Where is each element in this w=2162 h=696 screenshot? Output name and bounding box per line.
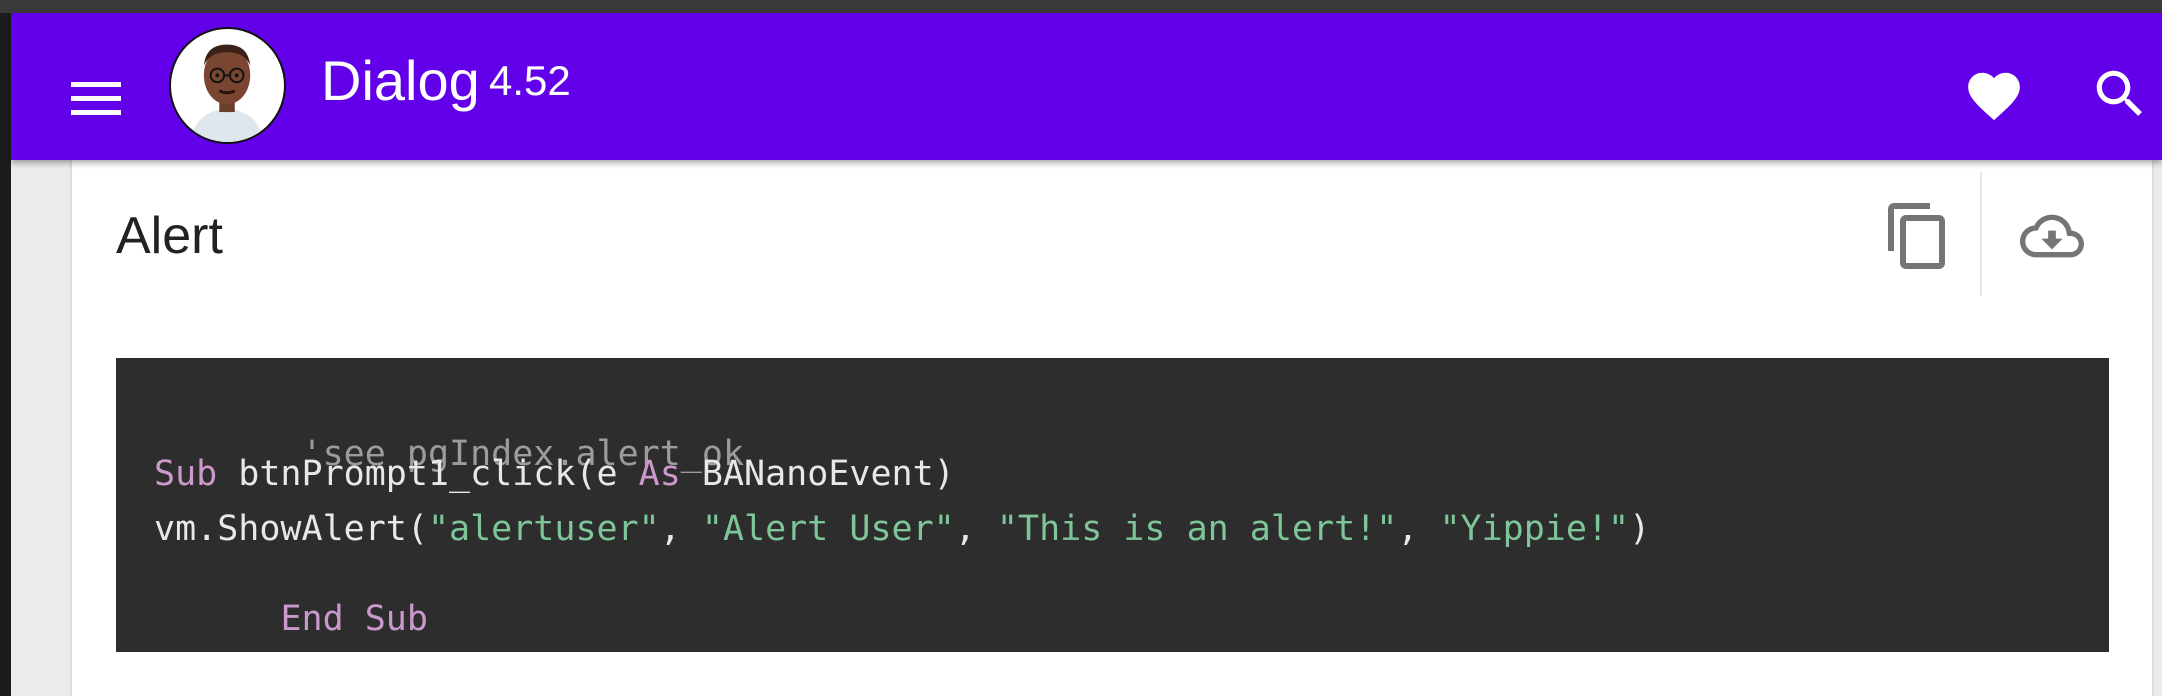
code-keyword-sub: Sub [154, 454, 218, 494]
code-line-2: Sub btnPrompt1_click(e As BANanoEvent) [154, 457, 955, 492]
heart-icon[interactable] [1963, 65, 2025, 127]
code-string: "Yippie!" [1439, 509, 1630, 549]
card-action-divider [1980, 172, 1982, 296]
code-text: BANanoEvent) [680, 454, 955, 494]
card-title: Alert [116, 207, 223, 265]
app-title: Dialog [321, 49, 480, 112]
app-version: 4.52 [489, 57, 571, 104]
code-keyword-end-sub: End Sub [280, 599, 428, 639]
code-line-4: End Sub [154, 567, 428, 672]
cartoon-man-avatar-icon [172, 30, 282, 142]
app-bar: Dialog 4.52 [11, 13, 2162, 160]
code-keyword-as: As [638, 454, 681, 494]
code-text: ) [1629, 509, 1651, 549]
code-text: btnPrompt1_click(e [217, 454, 639, 494]
search-icon[interactable] [2089, 63, 2151, 125]
code-text: vm.ShowAlert( [154, 509, 428, 549]
copy-icon[interactable] [1882, 200, 1954, 272]
cloud-download-icon[interactable] [2010, 204, 2094, 268]
window-top-strip [0, 0, 2162, 13]
code-separator: , [659, 509, 702, 549]
code-separator: , [1397, 509, 1440, 549]
code-string: "Alert User" [701, 509, 955, 549]
hamburger-menu-icon[interactable] [61, 68, 131, 128]
code-string: "This is an alert!" [996, 509, 1398, 549]
code-separator: , [954, 509, 997, 549]
code-string: "alertuser" [427, 509, 660, 549]
alert-card: Alert 'see pgIndex.alert_ok Sub btnPromp… [72, 160, 2152, 696]
avatar[interactable] [169, 27, 286, 144]
code-block[interactable]: 'see pgIndex.alert_ok Sub btnPrompt1_cli… [116, 358, 2109, 652]
window-left-strip [0, 13, 11, 696]
code-line-3: vm.ShowAlert("alertuser", "Alert User", … [154, 512, 1650, 547]
